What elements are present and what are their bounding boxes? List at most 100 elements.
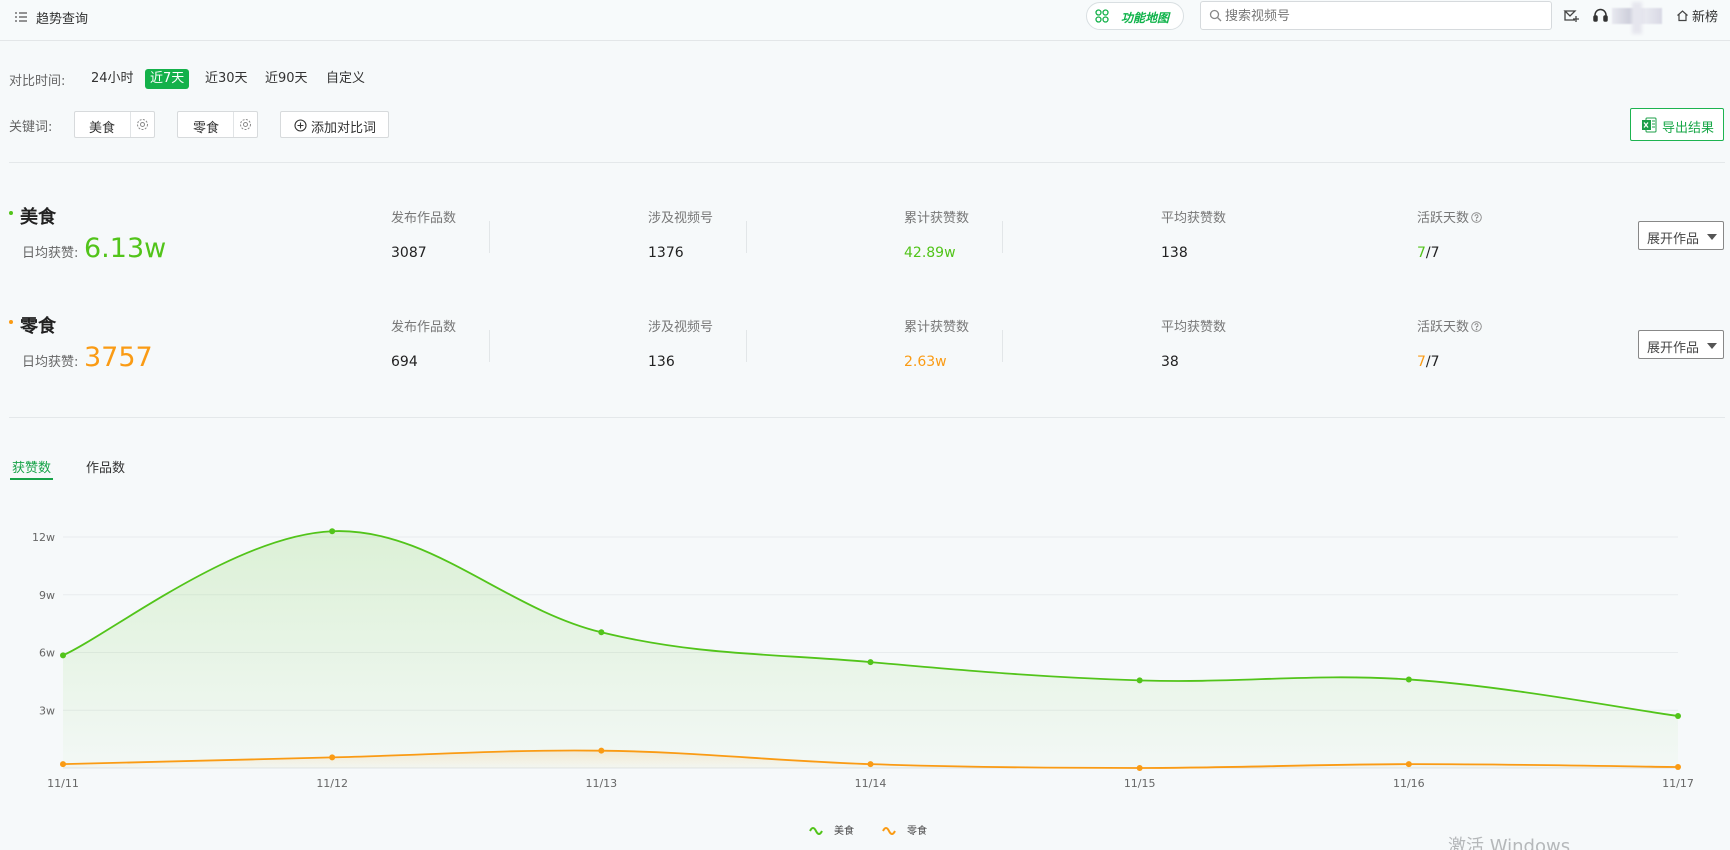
stat-value: 3087 [391,245,427,261]
time-option-24h[interactable]: 24小时 [86,69,139,89]
avatar-blur [1632,2,1642,34]
stat-label: 累计获赞数 [904,211,970,226]
active-days-value: 7/7 [1417,245,1440,261]
keyword-label: 关键词: [9,120,53,135]
y-tick-label: 3w [39,704,55,717]
y-tick-label: 12w [32,531,55,544]
stat-label: 涉及视频号 [648,211,714,226]
x-tick-label: 11/13 [585,777,617,790]
stat-separator [746,330,747,362]
data-point [329,528,336,535]
gear-icon[interactable] [130,112,154,137]
stat-separator [489,330,490,362]
add-compare-keyword-button[interactable]: 添加对比词 [280,111,389,138]
expand-works-button[interactable]: 展开作品 [1638,221,1724,250]
stat-label-active-days: 活跃天数 [1417,207,1482,226]
page-title: 趋势查询 [36,12,89,27]
grid-icon [1095,9,1109,23]
new-list-label: 新榜 [1692,10,1719,25]
activation-watermark: 激活 Windows [1448,836,1571,850]
avg-likes-label: 日均获赞: [22,246,79,261]
keyword-chip-food[interactable]: 美食 [74,111,155,138]
new-list-link[interactable]: 新榜 [1676,6,1718,25]
data-point [1405,761,1412,768]
time-option-custom[interactable]: 自定义 [321,69,370,89]
keyword-text: 美食 [89,121,116,136]
active-days-count: 7 [1417,354,1426,370]
expand-works-label: 展开作品 [1647,232,1700,247]
data-point [598,747,605,754]
stat-separator [746,221,747,253]
data-point [1405,676,1412,683]
stat-label: 发布作品数 [391,211,457,226]
tab-likes[interactable]: 获赞数 [12,457,51,476]
stat-label: 涉及视频号 [648,320,714,335]
stat-value: 694 [391,354,418,370]
data-point [598,629,605,636]
expand-works-button[interactable]: 展开作品 [1638,330,1724,359]
series-dot-food [9,211,13,215]
time-option-30d[interactable]: 近30天 [200,69,253,89]
stat-separator [489,221,490,253]
search-box[interactable] [1200,1,1552,30]
mail-icon[interactable] [1563,7,1580,24]
stat-label: 平均获赞数 [1161,211,1227,226]
series-area [63,531,1678,768]
export-button[interactable]: 导出结果 [1630,108,1724,141]
home-icon [1676,9,1689,22]
menu-icon[interactable] [14,10,28,24]
help-icon[interactable] [1471,212,1482,223]
data-point [867,659,874,666]
stat-separator [1002,221,1003,253]
legend-swatch [809,827,823,835]
stat-label: 累计获赞数 [904,320,970,335]
stat-separator [1002,330,1003,362]
time-option-7d[interactable]: 近7天 [145,69,190,89]
keyword-chip-snack[interactable]: 零食 [177,111,258,138]
data-point [60,652,66,659]
data-point [1675,764,1681,771]
avg-likes-value: 3757 [84,342,153,373]
keyword-title-food: 美食 [20,207,56,228]
headset-icon[interactable] [1592,7,1609,24]
x-tick-label: 11/17 [1662,777,1694,790]
keyword-text: 零食 [193,121,220,136]
y-tick-label: 6w [39,647,55,660]
help-icon[interactable] [1471,321,1482,332]
x-tick-label: 11/14 [855,777,887,790]
legend-layer: 美食 零食 [809,824,927,837]
gear-icon[interactable] [233,112,257,137]
active-days-value: 7/7 [1417,354,1440,370]
time-option-90d[interactable]: 近90天 [260,69,313,89]
legend-label: 零食 [907,824,927,837]
area-layer [63,531,1678,768]
stat-label: 发布作品数 [391,320,457,335]
add-compare-label: 添加对比词 [311,121,377,136]
export-label: 导出结果 [1662,121,1715,136]
data-point [867,761,874,768]
x-tick-label: 11/11 [47,777,79,790]
excel-icon [1641,117,1657,133]
function-map-button[interactable]: 功能地图 [1086,2,1184,30]
function-map-label: 功能地图 [1121,11,1170,25]
stat-value: 1376 [648,245,684,261]
search-input[interactable] [1225,6,1545,26]
stat-value: 42.89w [904,245,956,261]
series-dot-snack [9,320,13,324]
stat-value: 138 [1161,245,1188,261]
x-tick-label: 11/16 [1393,777,1425,790]
stat-value: 2.63w [904,354,947,370]
time-label: 对比时间: [9,74,66,89]
tab-works[interactable]: 作品数 [86,457,125,476]
tab-underline [10,478,53,480]
caret-down-icon [1707,234,1717,240]
data-point [1136,677,1143,684]
keyword-title-snack: 零食 [20,316,56,337]
trend-chart: 3w 6w 9w 12w 11/11 11/12 11/13 11/14 11/15 11/16 1… [32,528,1694,837]
active-days-total: /7 [1425,245,1440,261]
legend-label: 美食 [834,824,854,837]
plus-circle-icon [294,119,307,132]
expand-works-label: 展开作品 [1647,341,1700,356]
active-days-count: 7 [1417,245,1426,261]
divider [9,162,1725,163]
